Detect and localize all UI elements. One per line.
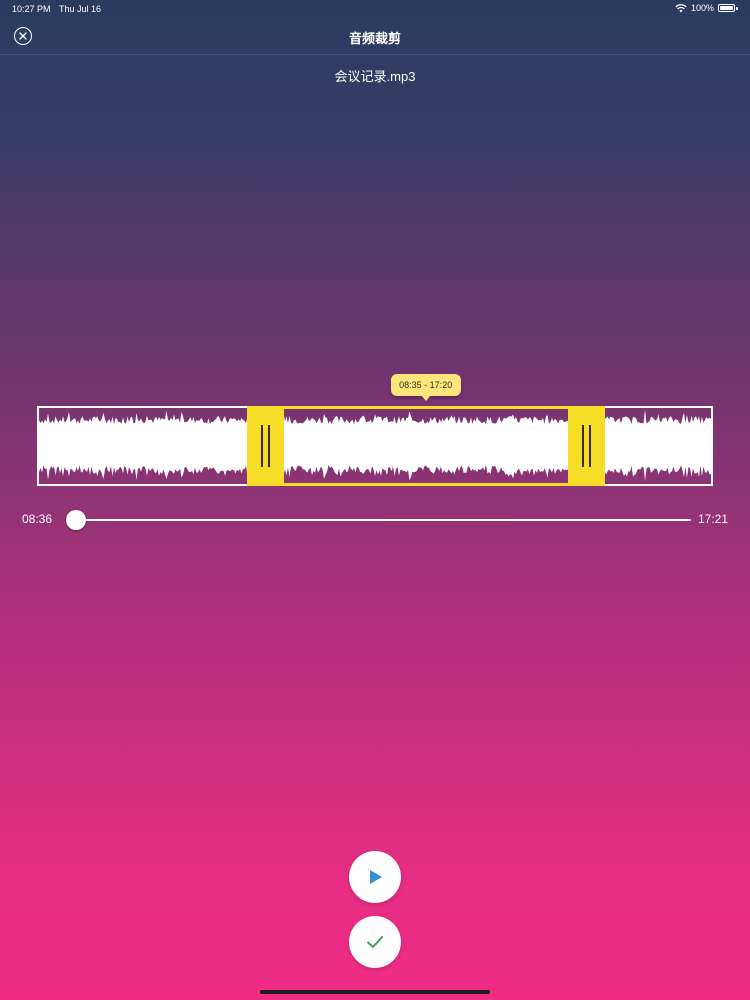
- status-indicators: 100%: [675, 3, 738, 13]
- home-indicator: [260, 990, 490, 994]
- battery-icon: [718, 3, 738, 13]
- grip-icon: [581, 425, 591, 467]
- play-icon: [370, 870, 382, 884]
- confirm-button[interactable]: [349, 916, 401, 968]
- grip-icon: [260, 425, 270, 467]
- battery-percent: 100%: [690, 3, 714, 13]
- status-time: 10:27 PM: [12, 4, 51, 14]
- seek-track[interactable]: [76, 519, 691, 521]
- trim-end-handle[interactable]: [567, 406, 605, 486]
- range-tooltip: 08:35 - 17:20: [390, 374, 461, 401]
- status-bar: 10:27 PM Thu Jul 16 100%: [0, 0, 750, 18]
- trim-selection: [281, 406, 570, 486]
- seek-thumb[interactable]: [66, 510, 86, 530]
- page-title: 音频裁剪: [348, 31, 401, 46]
- total-time: 17:21: [697, 512, 728, 526]
- tooltip-pointer: [420, 395, 431, 401]
- file-name: 会议记录.mp3: [334, 69, 416, 84]
- checkmark-icon: [367, 936, 383, 948]
- nav-bar: 音频裁剪: [0, 18, 750, 55]
- status-date: Thu Jul 16: [59, 4, 102, 14]
- current-time: 08:36: [22, 512, 53, 526]
- wifi-icon: [675, 3, 687, 13]
- play-button[interactable]: [349, 851, 401, 903]
- range-label: 08:35 - 17:20: [399, 380, 453, 390]
- trim-start-handle[interactable]: [246, 406, 284, 486]
